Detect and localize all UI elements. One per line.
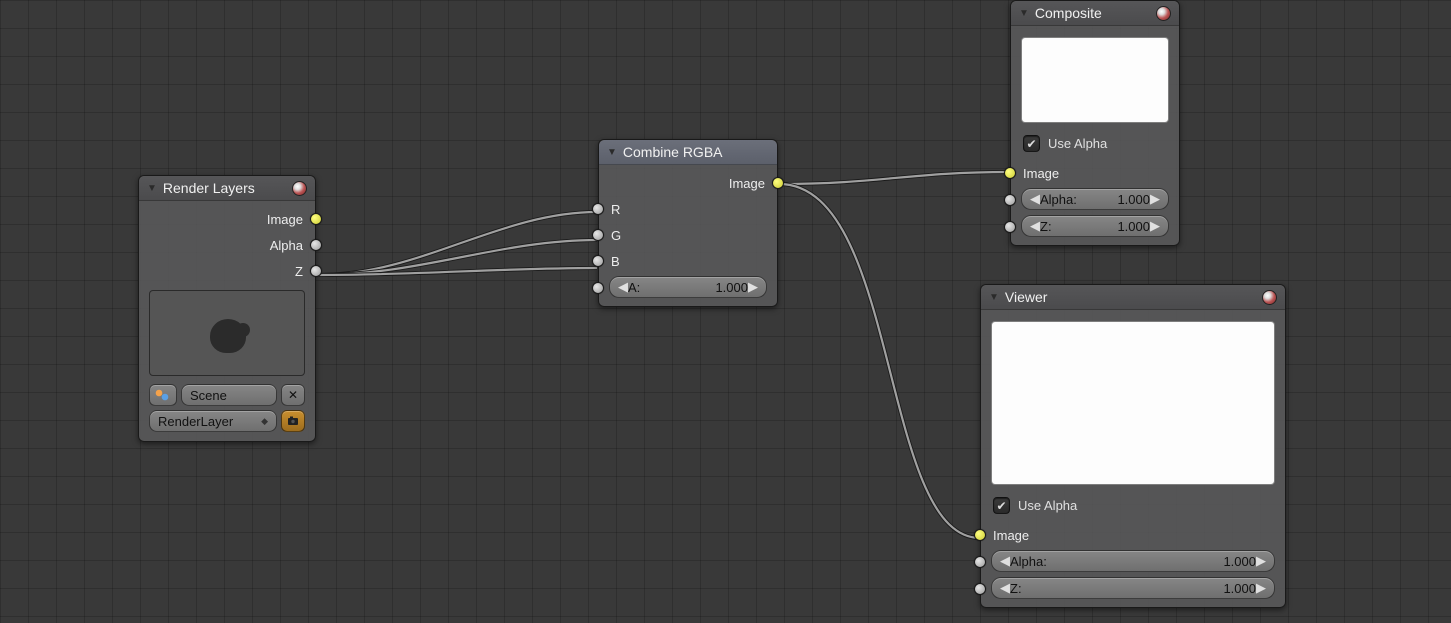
- node-header-composite[interactable]: ▼ Composite: [1011, 1, 1179, 26]
- increment-icon[interactable]: ▶: [1150, 191, 1160, 207]
- viewer-preview: [991, 321, 1275, 485]
- input-r: R: [599, 196, 777, 222]
- input-alpha: ◀ Alpha: 1.000 ▶: [981, 548, 1285, 575]
- increment-icon[interactable]: ▶: [1256, 553, 1266, 569]
- node-header-render-layers[interactable]: ▼ Render Layers: [139, 176, 315, 201]
- output-image: Image: [599, 170, 777, 196]
- render-preview-thumbnail: [149, 290, 305, 376]
- socket-input-b[interactable]: [592, 255, 604, 267]
- collapse-arrow-icon[interactable]: ▼: [1019, 8, 1029, 19]
- input-b: B: [599, 248, 777, 274]
- decrement-icon[interactable]: ◀: [1000, 553, 1010, 569]
- output-z: Z: [139, 258, 315, 284]
- collapse-arrow-icon[interactable]: ▼: [989, 292, 999, 303]
- alpha-value-field[interactable]: ◀ Alpha: 1.000 ▶: [1021, 188, 1169, 210]
- node-title: Combine RGBA: [623, 144, 723, 160]
- dropdown-chevron-icon: ◆: [261, 416, 268, 427]
- material-sphere-icon: [292, 181, 307, 196]
- socket-output-z[interactable]: [310, 265, 322, 277]
- output-image: Image: [139, 206, 315, 232]
- node-render-layers[interactable]: ▼ Render Layers Image Alpha Z Scene: [138, 175, 316, 442]
- input-z: ◀ Z: 1.000 ▶: [981, 575, 1285, 602]
- use-alpha-label: Use Alpha: [1018, 498, 1077, 513]
- increment-icon[interactable]: ▶: [1150, 218, 1160, 234]
- alpha-value-field[interactable]: ◀ A: 1.000 ▶: [609, 276, 767, 298]
- socket-input-image[interactable]: [1004, 167, 1016, 179]
- z-value-field[interactable]: ◀ Z: 1.000 ▶: [991, 577, 1275, 599]
- collapse-arrow-icon[interactable]: ▼: [147, 183, 157, 194]
- renderlayer-field[interactable]: RenderLayer ◆: [149, 410, 277, 432]
- decrement-icon[interactable]: ◀: [1030, 191, 1040, 207]
- use-alpha-checkbox[interactable]: ✔: [1023, 135, 1040, 152]
- material-sphere-icon: [1262, 290, 1277, 305]
- scene-field[interactable]: Scene: [181, 384, 277, 406]
- decrement-icon[interactable]: ◀: [1000, 580, 1010, 596]
- node-viewer[interactable]: ▼ Viewer ✔ Use Alpha Image ◀ Alpha: 1.00…: [980, 284, 1286, 608]
- increment-icon[interactable]: ▶: [1256, 580, 1266, 596]
- output-alpha: Alpha: [139, 232, 315, 258]
- socket-input-alpha[interactable]: [974, 556, 986, 568]
- decrement-icon[interactable]: ◀: [618, 279, 628, 295]
- input-g: G: [599, 222, 777, 248]
- socket-input-a[interactable]: [592, 282, 604, 294]
- node-header-viewer[interactable]: ▼ Viewer: [981, 285, 1285, 310]
- input-alpha: ◀ Alpha: 1.000 ▶: [1011, 186, 1179, 213]
- increment-icon[interactable]: ▶: [748, 279, 758, 295]
- node-title: Composite: [1035, 5, 1102, 21]
- scene-browse-icon: [154, 388, 172, 402]
- use-alpha-checkbox[interactable]: ✔: [993, 497, 1010, 514]
- scene-picker-icon-button[interactable]: [149, 384, 177, 406]
- socket-input-z[interactable]: [974, 583, 986, 595]
- socket-input-z[interactable]: [1004, 221, 1016, 233]
- node-combine-rgba[interactable]: ▼ Combine RGBA Image R G B ◀ A: 1.000 ▶: [598, 139, 778, 307]
- unlink-scene-button[interactable]: ✕: [281, 384, 305, 406]
- socket-input-r[interactable]: [592, 203, 604, 215]
- node-title: Viewer: [1005, 289, 1048, 305]
- socket-output-alpha[interactable]: [310, 239, 322, 251]
- composite-preview: [1021, 37, 1169, 123]
- socket-output-image[interactable]: [310, 213, 322, 225]
- node-title: Render Layers: [163, 180, 255, 196]
- input-a: ◀ A: 1.000 ▶: [599, 274, 777, 301]
- node-header-combine-rgba[interactable]: ▼ Combine RGBA: [599, 140, 777, 165]
- decrement-icon[interactable]: ◀: [1030, 218, 1040, 234]
- input-z: ◀ Z: 1.000 ▶: [1011, 213, 1179, 240]
- socket-input-g[interactable]: [592, 229, 604, 241]
- collapse-arrow-icon[interactable]: ▼: [607, 147, 617, 158]
- input-image: Image: [981, 522, 1285, 548]
- socket-input-alpha[interactable]: [1004, 194, 1016, 206]
- camera-icon: [286, 414, 300, 428]
- z-value-field[interactable]: ◀ Z: 1.000 ▶: [1021, 215, 1169, 237]
- node-composite[interactable]: ▼ Composite ✔ Use Alpha Image ◀ Alpha: 1…: [1010, 0, 1180, 246]
- alpha-value-field[interactable]: ◀ Alpha: 1.000 ▶: [991, 550, 1275, 572]
- use-alpha-label: Use Alpha: [1048, 136, 1107, 151]
- socket-input-image[interactable]: [974, 529, 986, 541]
- material-sphere-icon: [1156, 6, 1171, 21]
- render-single-layer-button[interactable]: [281, 410, 305, 432]
- input-image: Image: [1011, 160, 1179, 186]
- socket-output-image[interactable]: [772, 177, 784, 189]
